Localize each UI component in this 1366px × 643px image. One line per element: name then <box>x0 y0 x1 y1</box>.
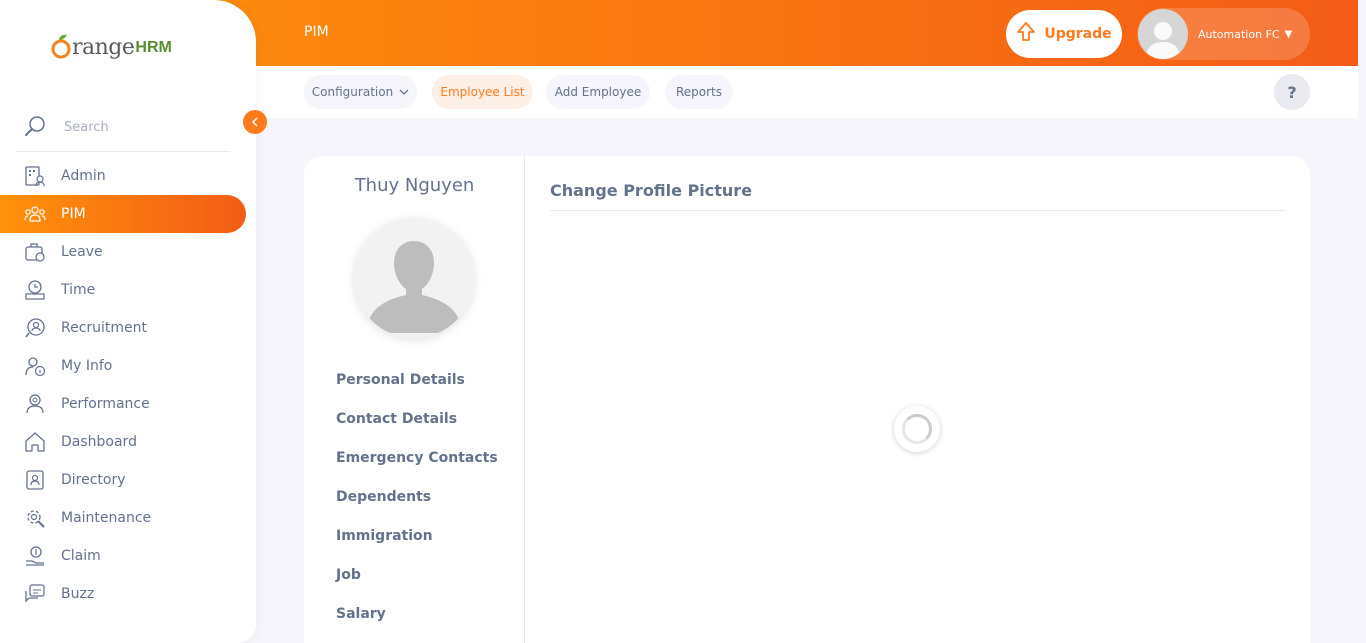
nav-add-employee[interactable]: Add Employee <box>546 75 650 109</box>
directory-icon <box>24 469 46 491</box>
sidebar-item-recruitment[interactable]: Recruitment <box>0 309 246 347</box>
sidebar-search[interactable]: Search <box>16 104 230 152</box>
tab-immigration[interactable]: Immigration <box>336 516 498 555</box>
pim-icon <box>24 203 46 225</box>
sidebar-item-label: Claim <box>61 548 101 564</box>
buzz-icon <box>24 583 46 605</box>
sidebar-item-my-info[interactable]: My Info <box>0 347 246 385</box>
nav-reports-label: Reports <box>675 85 723 99</box>
sidebar-item-label: Maintenance <box>61 510 152 526</box>
maintenance-icon <box>24 507 46 529</box>
time-icon <box>24 279 46 301</box>
sidebar-item-label: Recruitment <box>61 320 148 336</box>
upgrade-label: Upgrade <box>1044 26 1112 42</box>
sidebar-item-label: Directory <box>61 472 126 488</box>
sidebar-item-performance[interactable]: Performance <box>0 385 246 423</box>
sidebar-item-admin[interactable]: Admin <box>0 157 246 195</box>
sidebar-item-claim[interactable]: Claim <box>0 537 246 575</box>
tab-job[interactable]: Job <box>336 555 498 594</box>
chevron-down-icon <box>399 85 409 99</box>
profile-tabs: Personal Details Contact Details Emergen… <box>336 360 498 633</box>
top-nav: Configuration Employee List Add Employee… <box>256 66 1358 118</box>
nav-employee-list[interactable]: Employee List <box>432 75 533 109</box>
sidebar-item-label: Buzz <box>61 586 95 602</box>
sidebar-item-leave[interactable]: Leave <box>0 233 246 271</box>
sidebar-item-time[interactable]: Time <box>0 271 246 309</box>
tab-emergency-contacts[interactable]: Emergency Contacts <box>336 438 498 477</box>
caret-down-icon: ▼ <box>1284 28 1293 40</box>
nav-configuration-label: Configuration <box>311 85 394 99</box>
tab-salary[interactable]: Salary <box>336 594 498 633</box>
sidebar: range HRM Search Admin PIM Leave Time Re… <box>0 0 267 643</box>
nav-employee-list-label: Employee List <box>440 85 525 99</box>
sidebar-item-label: My Info <box>61 358 113 374</box>
user-name: Automation FC <box>1198 27 1280 41</box>
upgrade-arrow-icon <box>1016 21 1036 47</box>
admin-icon <box>24 165 46 187</box>
sidebar-item-label: Time <box>61 282 96 298</box>
tab-dependents[interactable]: Dependents <box>336 477 498 516</box>
nav-configuration[interactable]: Configuration <box>304 75 417 109</box>
logo-text: range <box>72 35 135 60</box>
help-button[interactable]: ? <box>1274 74 1310 110</box>
dashboard-icon <box>24 431 46 453</box>
claim-icon <box>24 545 46 567</box>
spinner-ring-icon <box>902 414 932 444</box>
sidebar-menu: Admin PIM Leave Time Recruitment My Info… <box>0 157 256 613</box>
upgrade-button[interactable]: Upgrade <box>1006 10 1122 58</box>
sidebar-item-dashboard[interactable]: Dashboard <box>0 423 246 461</box>
avatar-placeholder-icon <box>368 241 460 333</box>
performance-icon <box>24 393 46 415</box>
main-content: Change Profile Picture <box>550 156 1286 643</box>
profile-picture[interactable] <box>354 218 474 338</box>
profile-sidebar: Thuy Nguyen Personal Details Contact Det… <box>304 156 525 643</box>
nav-reports[interactable]: Reports <box>665 75 733 109</box>
search-input[interactable]: Search <box>64 120 109 135</box>
logo-hrm: HRM <box>135 39 172 56</box>
section-title: Change Profile Picture <box>550 181 1286 211</box>
my-info-icon <box>24 355 46 377</box>
tab-personal-details[interactable]: Personal Details <box>336 360 498 399</box>
collapse-sidebar-button[interactable] <box>243 110 267 134</box>
search-icon <box>24 115 46 141</box>
loading-spinner <box>894 406 940 452</box>
nav-add-employee-label: Add Employee <box>554 85 642 99</box>
user-dropdown[interactable]: Automation FC ▼ <box>1137 8 1310 60</box>
page-title: PIM <box>304 24 329 40</box>
avatar <box>1138 9 1188 59</box>
chevron-left-icon <box>251 117 258 127</box>
sidebar-item-label: Admin <box>61 168 106 184</box>
sidebar-item-pim[interactable]: PIM <box>0 195 246 233</box>
sidebar-item-directory[interactable]: Directory <box>0 461 246 499</box>
recruitment-icon <box>24 317 46 339</box>
tab-contact-details[interactable]: Contact Details <box>336 399 498 438</box>
sidebar-item-label: Leave <box>61 244 103 260</box>
leave-icon <box>24 241 46 263</box>
sidebar-item-label: Performance <box>61 396 150 412</box>
sidebar-item-label: PIM <box>61 206 86 222</box>
sidebar-item-maintenance[interactable]: Maintenance <box>0 499 246 537</box>
employee-name: Thuy Nguyen <box>354 175 475 196</box>
orange-logo-icon <box>51 34 71 59</box>
employee-card: Thuy Nguyen Personal Details Contact Det… <box>304 156 1310 643</box>
sidebar-item-label: Dashboard <box>61 434 137 450</box>
sidebar-item-buzz[interactable]: Buzz <box>0 575 246 613</box>
orangehrm-logo[interactable]: range HRM <box>50 32 172 60</box>
